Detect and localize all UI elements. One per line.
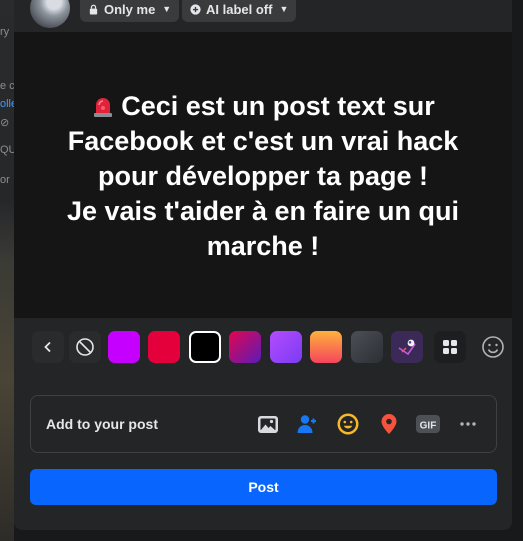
background-swatch-red[interactable] (148, 331, 180, 363)
more-backgrounds-button[interactable] (434, 331, 466, 363)
police-siren-emoji-icon (94, 98, 113, 117)
post-text: Ceci est un post text sur Facebook et c'… (66, 91, 460, 261)
check-in-button[interactable] (376, 411, 402, 437)
background-swatch-orange-red[interactable] (310, 331, 342, 363)
photo-video-button[interactable] (255, 411, 281, 437)
background-picker (14, 327, 512, 363)
chevron-left-icon (44, 341, 51, 353)
ai-label-selector[interactable]: AI label off ▼ (182, 0, 297, 22)
no-background-swatch[interactable] (69, 331, 101, 363)
photo-video-icon (258, 416, 278, 433)
gif-button[interactable]: GIF (415, 411, 441, 437)
background-text: QU (0, 144, 14, 156)
more-icon (460, 422, 476, 426)
background-swatch-pink-purple[interactable] (229, 331, 261, 363)
avatar (30, 0, 70, 28)
background-swatch-illustrated[interactable] (391, 331, 423, 363)
smiley-icon (482, 336, 504, 358)
feeling-icon (337, 413, 359, 435)
grid-icon (443, 340, 457, 354)
audience-label: Only me (104, 1, 156, 17)
post-header: Only me ▼ AI label off ▼ (14, 0, 512, 32)
no-background-icon (76, 338, 94, 356)
add-to-post-label: Add to your post (46, 416, 158, 432)
ai-label-text: AI label off (206, 1, 273, 17)
check-in-icon (381, 414, 397, 434)
background-text: ry (0, 26, 10, 38)
background-text: e c (0, 80, 14, 92)
lock-icon (89, 4, 98, 15)
tag-people-icon (297, 415, 316, 433)
back-button[interactable] (32, 331, 64, 363)
svg-text:GIF: GIF (420, 421, 437, 432)
gif-icon: GIF (416, 415, 440, 433)
feeling-activity-button[interactable] (335, 411, 361, 437)
background-swatch-violet[interactable] (270, 331, 302, 363)
caret-down-icon: ▼ (162, 4, 172, 14)
tag-people-button[interactable] (295, 411, 321, 437)
background-swatch-purple[interactable] (108, 331, 140, 363)
illustration-icon (398, 339, 416, 356)
background-text: or (0, 174, 10, 186)
background-text: olle (0, 98, 14, 110)
post-button[interactable]: Post (30, 469, 497, 505)
add-to-post-bar: Add to your post GIF (30, 395, 497, 453)
caret-down-icon: ▼ (279, 4, 289, 14)
background-swatch-dark-gray[interactable] (351, 331, 383, 363)
background-text: ⊘ (0, 117, 10, 129)
audience-selector[interactable]: Only me ▼ (80, 0, 180, 22)
post-text-content: Ceci est un post text sur Facebook et c'… (34, 54, 492, 264)
emoji-button[interactable] (478, 331, 508, 363)
more-options-button[interactable] (455, 411, 481, 437)
create-post-dialog: Only me ▼ AI label off ▼ Ceci est un pos… (14, 0, 512, 530)
plus-circle-icon (190, 3, 201, 15)
background-swatch-black-selected[interactable] (189, 331, 221, 363)
